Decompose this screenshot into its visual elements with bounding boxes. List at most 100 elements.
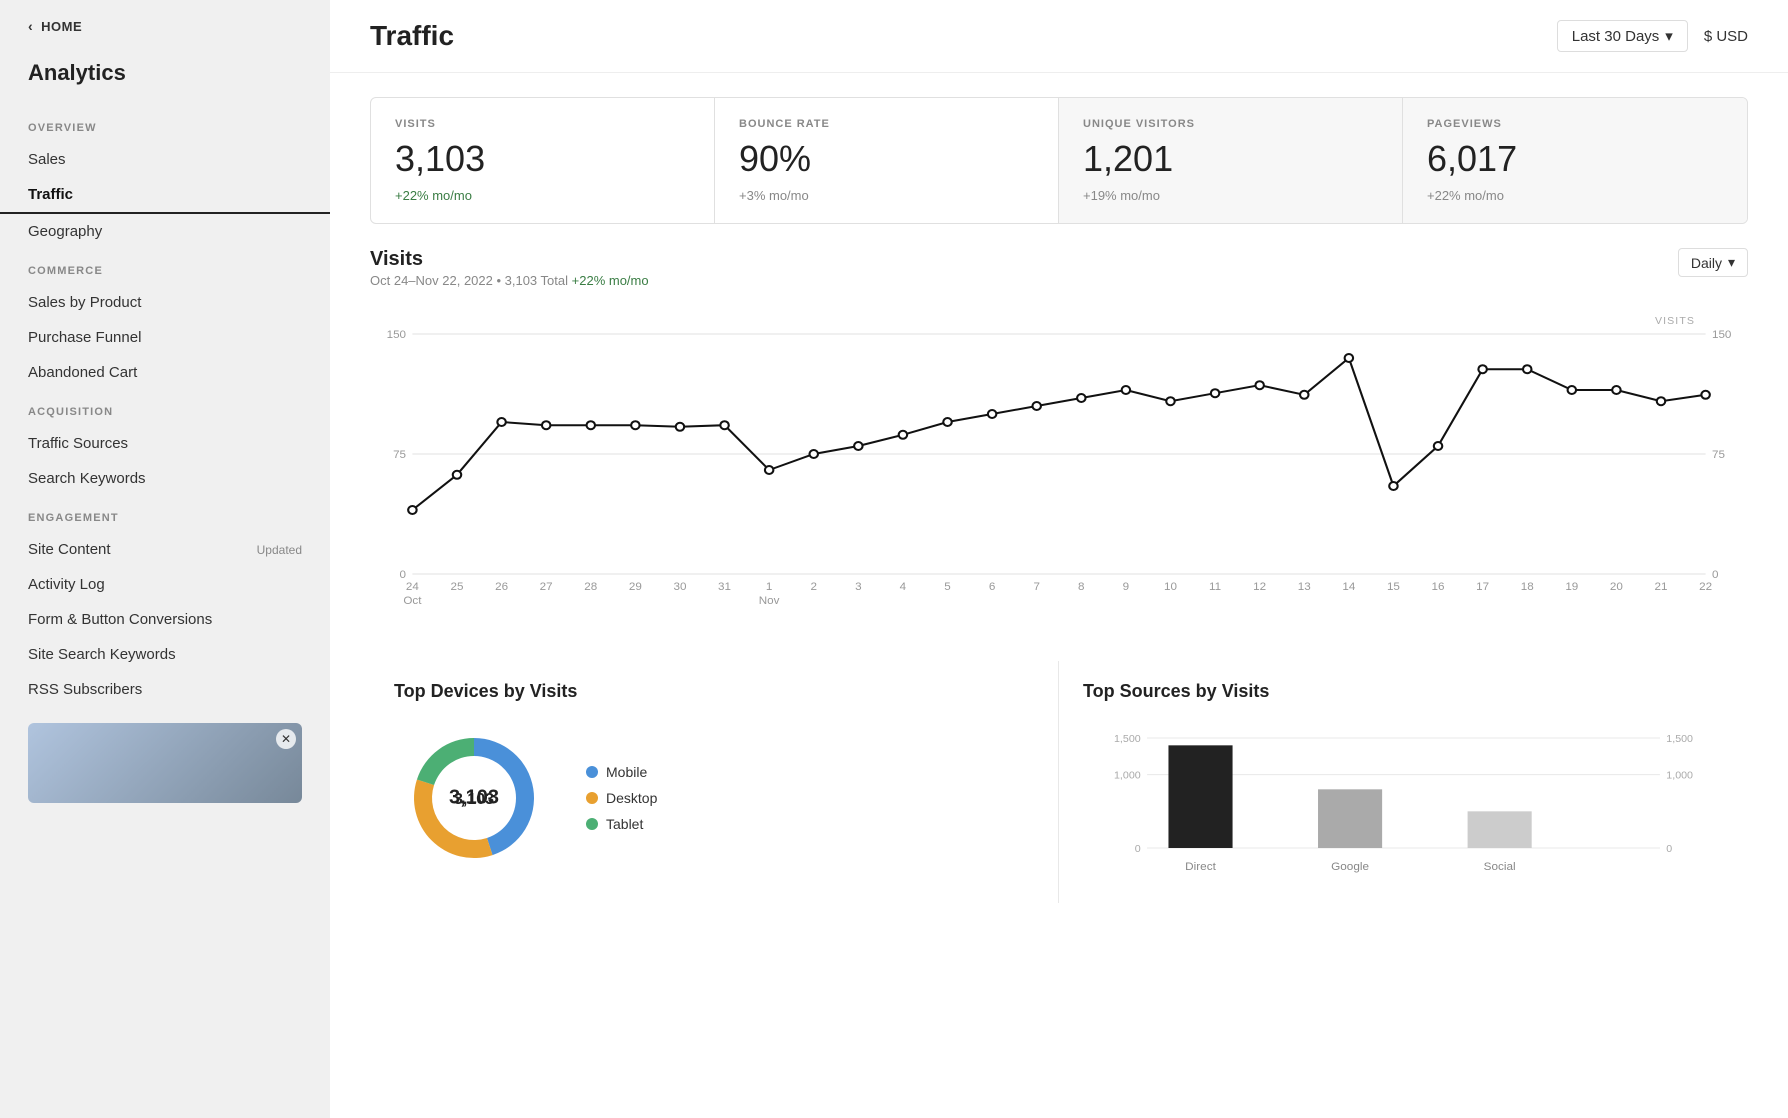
- page-title: Traffic: [370, 20, 454, 52]
- stat-change-visits: +22% mo/mo: [395, 188, 690, 203]
- sidebar-analytics-title: Analytics: [0, 52, 330, 106]
- legend-item-desktop: Desktop: [586, 790, 657, 806]
- legend-label-desktop: Desktop: [606, 790, 657, 806]
- sidebar-item-label-traffic-sources: Traffic Sources: [28, 435, 128, 452]
- stat-label-unique-visitors: UNIQUE VISITORS: [1083, 118, 1378, 130]
- chart-header: Visits Oct 24–Nov 22, 2022 • 3,103 Total…: [370, 248, 1748, 288]
- svg-text:Nov: Nov: [759, 595, 780, 607]
- svg-text:Google: Google: [1331, 861, 1369, 873]
- sidebar-badge-site-content: Updated: [257, 543, 302, 557]
- chart-subtitle: Oct 24–Nov 22, 2022 • 3,103 Total +22% m…: [370, 273, 649, 288]
- sidebar-section-overview: OVERVIEW: [0, 106, 330, 142]
- sidebar-item-label-traffic: Traffic: [28, 186, 73, 203]
- chevron-left-icon: ‹: [28, 18, 33, 34]
- stat-value-visits: 3,103: [395, 138, 690, 180]
- svg-text:13: 13: [1298, 581, 1311, 593]
- sidebar-item-label-sales: Sales: [28, 151, 66, 168]
- sidebar-item-search-keywords[interactable]: Search Keywords: [0, 461, 330, 496]
- svg-text:21: 21: [1655, 581, 1668, 593]
- svg-text:29: 29: [629, 581, 642, 593]
- svg-text:7: 7: [1033, 581, 1039, 593]
- date-range-label: Last 30 Days: [1572, 28, 1660, 45]
- svg-text:26: 26: [495, 581, 508, 593]
- stat-change-unique-visitors: +19% mo/mo: [1083, 188, 1378, 203]
- visits-line-chart: 007575150150VISITS24Oct252627282930311No…: [370, 304, 1748, 624]
- legend-item-tablet: Tablet: [586, 816, 657, 832]
- sidebar-item-traffic[interactable]: Traffic: [0, 177, 330, 214]
- svg-text:14: 14: [1342, 581, 1355, 593]
- sidebar-item-rss-subscribers[interactable]: RSS Subscribers: [0, 672, 330, 707]
- interval-label: Daily: [1691, 255, 1722, 271]
- svg-text:0: 0: [400, 569, 406, 581]
- stat-value-unique-visitors: 1,201: [1083, 138, 1378, 180]
- svg-text:1,000: 1,000: [1666, 771, 1693, 782]
- stat-card-pageviews: PAGEVIEWS6,017+22% mo/mo: [1403, 98, 1747, 223]
- sidebar-section-commerce: COMMERCE: [0, 249, 330, 285]
- legend-dot-mobile: [586, 766, 598, 778]
- stat-value-bounce-rate: 90%: [739, 138, 1034, 180]
- svg-text:1,500: 1,500: [1114, 734, 1141, 745]
- stat-label-bounce-rate: BOUNCE RATE: [739, 118, 1034, 130]
- interval-selector[interactable]: Daily ▾: [1678, 248, 1748, 277]
- date-range-picker[interactable]: Last 30 Days ▾: [1557, 20, 1688, 52]
- chart-title-block: Visits Oct 24–Nov 22, 2022 • 3,103 Total…: [370, 248, 649, 288]
- stat-label-visits: VISITS: [395, 118, 690, 130]
- sidebar-item-form-button-conversions[interactable]: Form & Button Conversions: [0, 602, 330, 637]
- sidebar-item-sales[interactable]: Sales: [0, 142, 330, 177]
- bar-chart-wrapper: 001,0001,0001,5001,500DirectGoogleSocial: [1083, 718, 1724, 883]
- sidebar-item-label-form-button-conversions: Form & Button Conversions: [28, 611, 212, 628]
- svg-text:22: 22: [1699, 581, 1712, 593]
- svg-text:11: 11: [1209, 581, 1221, 593]
- sidebar-item-sales-by-product[interactable]: Sales by Product: [0, 285, 330, 320]
- svg-text:1,000: 1,000: [1114, 771, 1141, 782]
- top-devices-title: Top Devices by Visits: [394, 681, 1034, 702]
- sidebar-item-label-site-search-keywords: Site Search Keywords: [28, 646, 176, 663]
- sidebar-item-abandoned-cart[interactable]: Abandoned Cart: [0, 355, 330, 390]
- chart-date-range: Oct 24–Nov 22, 2022 • 3,103 Total: [370, 273, 568, 288]
- legend-dot-desktop: [586, 792, 598, 804]
- svg-text:18: 18: [1521, 581, 1534, 593]
- svg-text:1: 1: [766, 581, 772, 593]
- svg-text:75: 75: [1712, 449, 1725, 461]
- stat-card-visits: VISITS 3,103 +22% mo/mo: [371, 98, 715, 223]
- sidebar-promo-image: ✕: [28, 723, 302, 803]
- chart-title: Visits: [370, 248, 649, 271]
- sidebar-item-geography[interactable]: Geography: [0, 214, 330, 249]
- visits-chart-section: Visits Oct 24–Nov 22, 2022 • 3,103 Total…: [370, 248, 1748, 629]
- svg-text:Direct: Direct: [1185, 861, 1217, 873]
- stat-card-unique-visitors: UNIQUE VISITORS 1,201 +19% mo/mo: [1059, 98, 1403, 223]
- sidebar-section-acquisition: ACQUISITION: [0, 390, 330, 426]
- svg-text:9: 9: [1123, 581, 1129, 593]
- sidebar-item-label-sales-by-product: Sales by Product: [28, 294, 141, 311]
- sidebar-item-site-content[interactable]: Site ContentUpdated: [0, 532, 330, 567]
- top-sources-bar-chart: 001,0001,0001,5001,500DirectGoogleSocial: [1083, 718, 1724, 878]
- sidebar: ‹ HOME Analytics OVERVIEW Sales Traffic Geo…: [0, 0, 330, 1118]
- svg-text:15: 15: [1387, 581, 1400, 593]
- svg-text:150: 150: [1712, 329, 1731, 341]
- svg-text:75: 75: [393, 449, 406, 461]
- svg-text:10: 10: [1164, 581, 1177, 593]
- donut-legend: Mobile Desktop Tablet: [586, 764, 657, 832]
- svg-text:1,500: 1,500: [1666, 734, 1693, 745]
- svg-text:30: 30: [673, 581, 686, 593]
- sidebar-item-label-geography: Geography: [28, 223, 102, 240]
- top-devices-card: Top Devices by Visits 3,103 3,103 Mobile…: [370, 661, 1059, 903]
- svg-text:24: 24: [406, 581, 419, 593]
- close-icon: ✕: [281, 732, 291, 746]
- sidebar-home-button[interactable]: ‹ HOME: [0, 0, 330, 52]
- donut-container: 3,103 3,103 MobileDesktopTablet: [394, 718, 1034, 878]
- stat-change-bounce-rate: +3% mo/mo: [739, 188, 1034, 203]
- svg-text:17: 17: [1476, 581, 1489, 593]
- sidebar-item-label-purchase-funnel: Purchase Funnel: [28, 329, 141, 346]
- sidebar-item-purchase-funnel[interactable]: Purchase Funnel: [0, 320, 330, 355]
- interval-chevron-icon: ▾: [1728, 254, 1735, 271]
- sidebar-item-traffic-sources[interactable]: Traffic Sources: [0, 426, 330, 461]
- svg-text:19: 19: [1565, 581, 1578, 593]
- legend-item-mobile: Mobile: [586, 764, 657, 780]
- svg-text:27: 27: [540, 581, 553, 593]
- donut-total: 3,103: [449, 787, 499, 810]
- stat-card-bounce-rate: BOUNCE RATE 90% +3% mo/mo: [715, 98, 1059, 223]
- sidebar-item-activity-log[interactable]: Activity Log: [0, 567, 330, 602]
- close-promo-button[interactable]: ✕: [276, 729, 296, 749]
- sidebar-item-site-search-keywords[interactable]: Site Search Keywords: [0, 637, 330, 672]
